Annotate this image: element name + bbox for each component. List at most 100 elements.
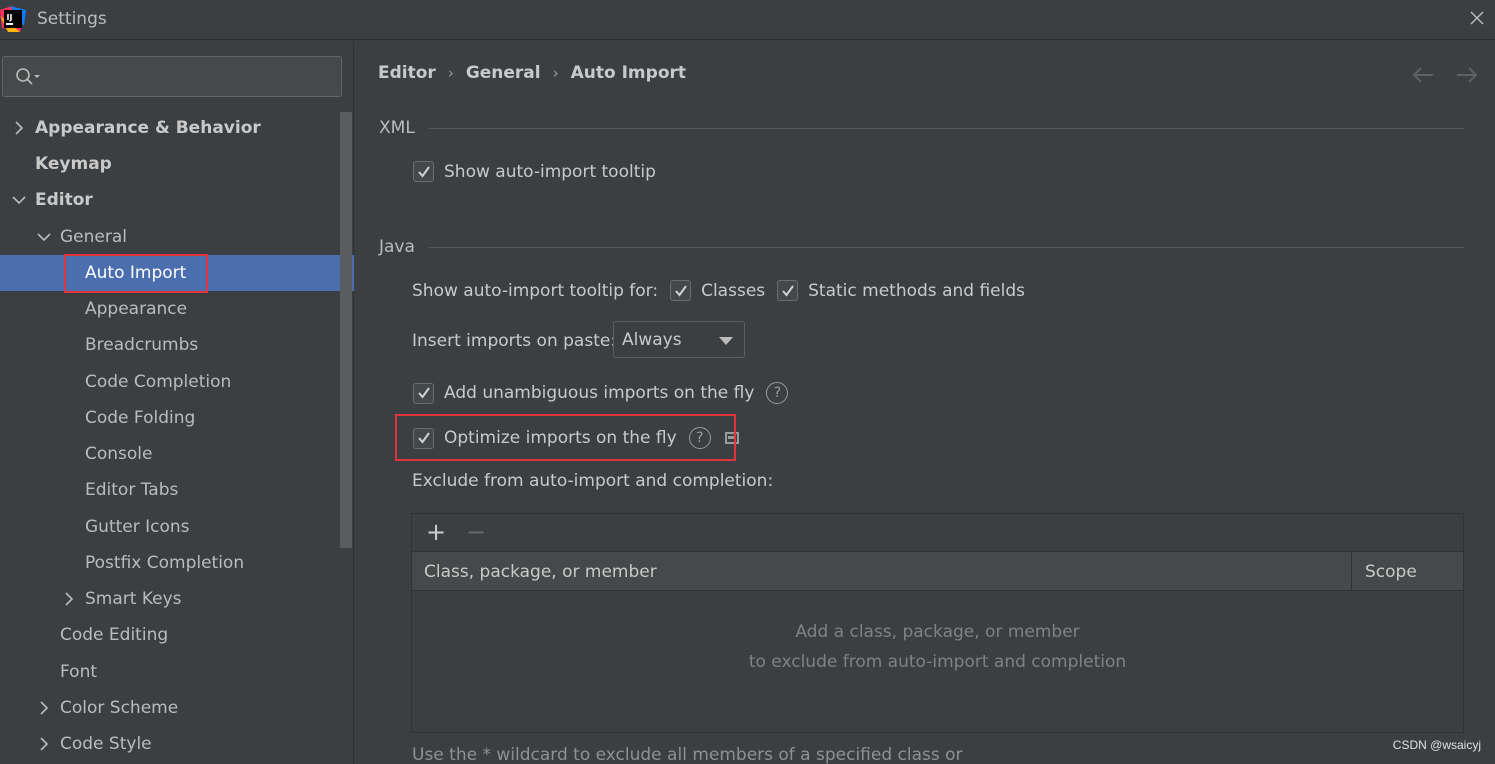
intellij-logo-icon: IJ (0, 6, 26, 32)
tree-item-label: General (60, 227, 127, 247)
xml-divider (429, 128, 1464, 129)
tree-item-code-folding[interactable]: Code Folding (0, 400, 354, 436)
breadcrumb-auto-import: Auto Import (570, 63, 687, 83)
check-icon (417, 432, 430, 444)
tree-item-label: Color Scheme (60, 698, 179, 718)
tree-item-console[interactable]: Console (0, 436, 354, 472)
settings-sidebar: Appearance & Behavior Keymap Editor Gene… (0, 41, 354, 764)
tree-item-label: Gutter Icons (85, 517, 190, 537)
chevron-right-icon (40, 701, 49, 715)
breadcrumb-separator: › (552, 64, 559, 82)
add-button[interactable]: + (426, 520, 446, 544)
classes-label: Classes (701, 280, 766, 301)
tree-item-label: Console (85, 444, 153, 464)
classes-checkbox[interactable] (670, 280, 692, 301)
tree-item-keymap[interactable]: Keymap (0, 146, 354, 182)
sidebar-scrollbar[interactable] (340, 112, 352, 548)
tree-item-label: Code Editing (60, 625, 169, 645)
exclude-label: Exclude from auto-import and completion: (412, 471, 774, 491)
tree-item-label: Appearance & Behavior (35, 118, 261, 138)
column-divider[interactable] (1351, 552, 1352, 591)
tree-item-breadcrumbs[interactable]: Breadcrumbs (0, 327, 354, 363)
tree-item-font[interactable]: Font (0, 654, 354, 690)
table-header: Class, package, or member Scope (412, 552, 1463, 591)
tree-item-editor-tabs[interactable]: Editor Tabs (0, 472, 354, 508)
chevron-down-icon (37, 233, 51, 242)
tree-item-editor[interactable]: Editor (0, 182, 354, 218)
tree-item-appearance[interactable]: Appearance (0, 291, 354, 327)
java-tooltip-row: Show auto-import tooltip for: Classes St… (412, 280, 1025, 301)
chevron-right-icon (40, 737, 49, 751)
exclude-table: + − Class, package, or member Scope Add … (411, 513, 1464, 733)
static-methods-checkbox[interactable] (777, 280, 799, 301)
insert-imports-value: Always (622, 329, 682, 350)
xml-section-title: XML (379, 118, 415, 138)
breadcrumb-editor[interactable]: Editor (378, 63, 436, 83)
column-header-member[interactable]: Class, package, or member (424, 562, 657, 582)
chevron-down-icon (12, 196, 26, 205)
xml-show-tooltip-row: Show auto-import tooltip (413, 161, 656, 182)
tree-item-label: Font (60, 662, 98, 682)
help-icon[interactable]: ? (766, 382, 789, 404)
static-methods-label: Static methods and fields (808, 280, 1025, 301)
check-icon (417, 387, 430, 399)
optimize-checkbox[interactable] (413, 427, 434, 449)
search-icon (16, 68, 40, 85)
unambiguous-label: Add unambiguous imports on the fly (444, 383, 755, 403)
svg-text:IJ: IJ (7, 13, 13, 22)
unambiguous-row: Add unambiguous imports on the fly ? (413, 382, 789, 404)
tree-item-color-scheme[interactable]: Color Scheme (0, 690, 354, 726)
tree-item-auto-import[interactable]: Auto Import (0, 255, 354, 291)
tree-item-gutter-icons[interactable]: Gutter Icons (0, 509, 354, 545)
empty-state-line1: Add a class, package, or member (795, 622, 1080, 642)
java-section-title: Java (379, 237, 415, 257)
help-icon[interactable]: ? (688, 427, 711, 449)
tree-item-label: Appearance (85, 299, 188, 319)
remove-button: − (466, 518, 487, 546)
xml-show-tooltip-checkbox[interactable] (413, 161, 434, 182)
insert-imports-select[interactable]: Always (613, 321, 745, 358)
table-toolbar: + − (412, 514, 1463, 552)
nav-arrows (1411, 65, 1479, 85)
chevron-down-icon (719, 337, 733, 345)
close-button[interactable] (1465, 6, 1489, 30)
window-settings-icon[interactable] (724, 432, 739, 444)
tree-item-code-style[interactable]: Code Style (0, 726, 354, 762)
chevron-right-icon (15, 121, 24, 135)
check-icon (674, 284, 687, 297)
tooltip-for-label: Show auto-import tooltip for: (412, 280, 659, 301)
tree-item-postfix-completion[interactable]: Postfix Completion (0, 545, 354, 581)
insert-imports-label: Insert imports on paste: (412, 331, 617, 351)
search-input[interactable] (47, 57, 337, 96)
tree-item-smart-keys[interactable]: Smart Keys (0, 581, 354, 617)
unambiguous-checkbox[interactable] (413, 382, 434, 404)
breadcrumb-general[interactable]: General (466, 63, 541, 83)
tree-item-general[interactable]: General (0, 219, 354, 255)
tree-item-code-editing[interactable]: Code Editing (0, 617, 354, 653)
chevron-right-icon (65, 592, 74, 606)
optimize-label: Optimize imports on the fly (444, 428, 677, 448)
forward-arrow-icon[interactable] (1455, 65, 1479, 85)
empty-state-line2: to exclude from auto-import and completi… (748, 652, 1127, 672)
tree-item-appearance-behavior[interactable]: Appearance & Behavior (0, 110, 354, 146)
back-arrow-icon[interactable] (1411, 65, 1435, 85)
check-icon (417, 165, 430, 178)
watermark: CSDN @wsaicyj (1392, 738, 1481, 752)
tree-item-label: Smart Keys (85, 589, 182, 609)
breadcrumb-separator: › (447, 64, 454, 82)
title-bar: IJ Settings (0, 0, 1495, 40)
column-header-scope[interactable]: Scope (1365, 562, 1417, 582)
window-title: Settings (37, 9, 107, 29)
tree-item-label: Auto Import (85, 263, 187, 283)
tree-item-label: Breadcrumbs (85, 335, 199, 355)
tree-item-code-completion[interactable]: Code Completion (0, 364, 354, 400)
close-icon (1470, 11, 1484, 25)
tree-item-label: Editor Tabs (85, 480, 179, 500)
settings-content: Editor › General › Auto Import XML Show … (355, 41, 1495, 764)
xml-show-tooltip-label: Show auto-import tooltip (444, 161, 656, 182)
tree-item-label: Code Folding (85, 408, 196, 428)
tree-item-label: Code Completion (85, 372, 232, 392)
tree-item-label: Editor (35, 190, 93, 210)
search-box[interactable] (2, 56, 342, 97)
tree-item-label: Keymap (35, 154, 112, 174)
